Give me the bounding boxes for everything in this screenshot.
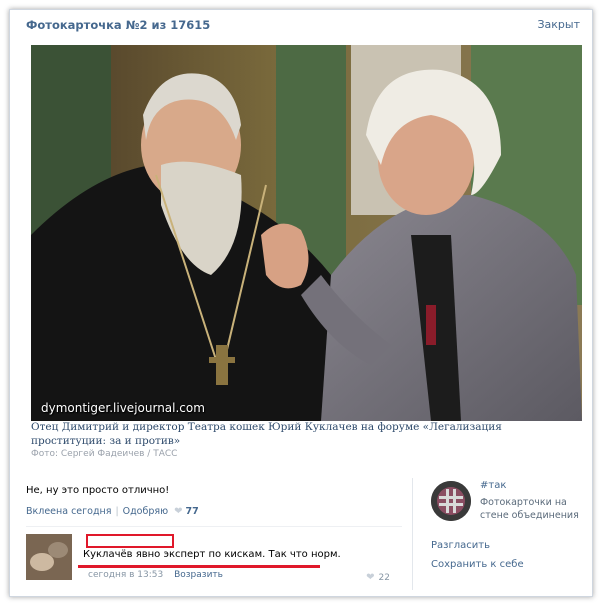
comment-text: Куклачёв явно эксперт по кискам. Так что… xyxy=(83,549,341,560)
comment-likes-count: 22 xyxy=(378,573,390,583)
photo-counter-title: Фотокарточка №2 из 17615 xyxy=(26,18,211,32)
viewer-header: Фотокарточка №2 из 17615 Закрыт xyxy=(10,10,592,44)
group-description: Фотокарточки на стене объединения xyxy=(480,497,579,521)
redacted-name-box xyxy=(86,534,174,548)
post-likes-count: 77 xyxy=(185,506,199,517)
post-text: Не, ну это просто отлично! xyxy=(26,485,170,496)
photo-image xyxy=(31,45,582,421)
meta-separator: | xyxy=(115,506,119,517)
share-link[interactable]: Разгласить xyxy=(431,540,490,551)
post-meta: Вклеена сегодня | Одобряю ❤ 77 xyxy=(26,506,199,517)
comment-likes[interactable]: ❤ 22 xyxy=(360,572,390,583)
close-button[interactable]: Закрыт xyxy=(537,18,580,31)
comment-time[interactable]: сегодня в 13:53 xyxy=(88,570,163,580)
photo[interactable]: dymontiger.livejournal.com xyxy=(31,45,582,421)
photo-caption: Отец Димитрий и директор Театра кошек Юр… xyxy=(31,421,502,447)
save-to-self-link[interactable]: Сохранить к себе xyxy=(431,559,524,570)
post-date-link[interactable]: Вклеена сегодня xyxy=(26,506,111,517)
highlight-underline xyxy=(78,565,320,568)
watermark: dymontiger.livejournal.com xyxy=(41,401,205,415)
comment: Куклачёв явно эксперт по кискам. Так что… xyxy=(26,532,406,592)
approve-link[interactable]: Одобряю xyxy=(123,506,168,517)
heart-icon[interactable]: ❤ xyxy=(174,506,182,517)
group-avatar[interactable] xyxy=(431,481,471,521)
avatar-image xyxy=(26,534,72,580)
commenter-avatar[interactable] xyxy=(26,534,72,580)
photo-credit: Фото: Сергей Фадеичев / ТАСС xyxy=(31,449,178,459)
reply-link[interactable]: Возразить xyxy=(174,570,223,580)
group-avatar-image xyxy=(431,481,471,521)
photo-viewer-window: Фотокарточка №2 из 17615 Закрыт dymontig… xyxy=(9,9,593,597)
comment-meta: сегодня в 13:53 Возразить xyxy=(88,570,223,580)
heart-icon: ❤ xyxy=(366,572,375,583)
group-tag-link[interactable]: #так xyxy=(480,480,506,491)
divider xyxy=(26,526,402,527)
sidebar-divider xyxy=(412,478,413,590)
